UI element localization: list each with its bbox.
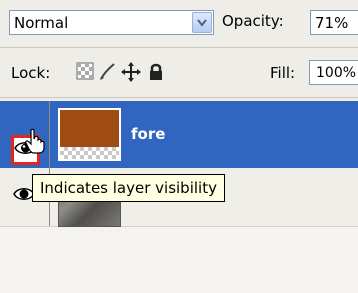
hand-cursor-icon <box>24 128 46 154</box>
layer-thumbnail[interactable] <box>58 108 121 161</box>
blend-mode-value: Normal <box>14 14 69 32</box>
blend-mode-select[interactable]: Normal <box>9 10 214 35</box>
divider <box>49 101 50 168</box>
layer-row[interactable]: fore <box>0 101 358 168</box>
lock-position-icon[interactable] <box>121 62 141 82</box>
lock-image-pixels-icon[interactable] <box>98 62 116 82</box>
fill-label: Fill: <box>270 64 296 82</box>
lock-label: Lock: <box>11 64 51 82</box>
transparency-checker <box>60 147 119 159</box>
layers-panel: Normal Opacity: 71% Lock: Fill: 100% for… <box>0 0 358 293</box>
lock-transparent-pixels-icon[interactable] <box>76 62 94 82</box>
lock-all-icon[interactable] <box>147 62 165 82</box>
divider <box>0 97 358 98</box>
fill-field[interactable]: 100% <box>309 60 358 85</box>
tooltip: Indicates layer visibility <box>32 174 225 202</box>
opacity-field[interactable]: 71% <box>310 10 358 35</box>
divider <box>0 47 358 48</box>
layer-name[interactable]: fore <box>131 125 165 143</box>
opacity-value: 71% <box>315 14 349 32</box>
fill-value: 100% <box>316 65 357 81</box>
opacity-label: Opacity: <box>222 12 284 30</box>
chevron-down-icon[interactable] <box>192 12 212 33</box>
